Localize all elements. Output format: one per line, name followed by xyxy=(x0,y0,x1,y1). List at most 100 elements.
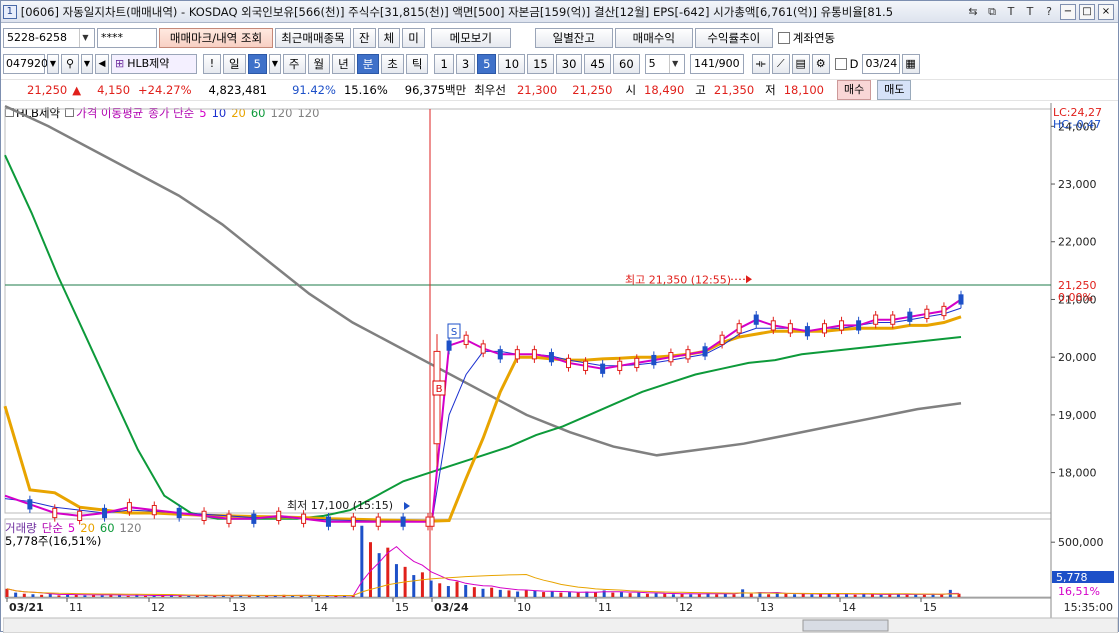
current-pct-axis-label: 0,00% xyxy=(1058,291,1093,304)
date-checkbox[interactable] xyxy=(834,58,847,70)
volume-bar xyxy=(732,594,736,597)
memo-button[interactable]: 메모보기 xyxy=(430,28,511,48)
volume-tick-label: 500,000 xyxy=(1058,536,1104,549)
minute-3[interactable]: 3 xyxy=(455,54,476,74)
draw-icon[interactable]: ⟋ xyxy=(771,54,790,74)
volume-bar xyxy=(542,592,546,597)
price-chart[interactable]: 24,00023,00022,00021,00020,00019,00018,0… xyxy=(3,103,1118,633)
volume-bar xyxy=(187,595,191,597)
unfilled-button[interactable]: 미 xyxy=(402,28,425,48)
minute-5[interactable]: 5 xyxy=(477,54,497,74)
volume-bar xyxy=(429,580,433,597)
chevron-down-icon[interactable]: ▼ xyxy=(268,54,281,74)
chevron-down-icon[interactable]: ▼ xyxy=(668,55,681,73)
maximize-button[interactable]: □ xyxy=(1079,3,1095,20)
sell-button[interactable]: 매도 xyxy=(877,80,912,100)
window-icon[interactable]: ⧉ xyxy=(984,4,1000,20)
time-tick-label: 12 xyxy=(679,601,693,614)
candle-body xyxy=(276,510,282,522)
stock-code-input[interactable]: 047920 xyxy=(3,54,48,74)
date-input[interactable]: 03/24 xyxy=(861,54,900,74)
bar-count-field[interactable]: 141/900 xyxy=(689,54,744,74)
minute-45[interactable]: 45 xyxy=(584,54,612,74)
pin-icon[interactable]: T xyxy=(1003,4,1019,20)
volume-current-label: 5,778 xyxy=(1056,571,1088,584)
title-bar: 1 [0606] 자동일지차트(매매내역) - KOSDAQ 외국인보유[566… xyxy=(1,1,1118,23)
time-tick-label: 12 xyxy=(151,601,165,614)
low-price: 18,100 xyxy=(783,83,824,97)
account-link-checkbox[interactable] xyxy=(777,32,790,44)
period-second[interactable]: 초 xyxy=(381,54,404,74)
bar-count-total: /900 xyxy=(714,57,740,70)
chart-window: 1 [0606] 자동일지차트(매매내역) - KOSDAQ 외국인보유[566… xyxy=(0,0,1119,633)
buy-marker: B xyxy=(436,384,443,395)
account-link-label: 계좌연동 xyxy=(792,31,836,45)
trade-profit-button[interactable]: 매매수익 xyxy=(614,28,693,48)
search-icon[interactable]: ⚲ xyxy=(61,54,79,74)
time-tick-label: 14 xyxy=(842,601,856,614)
minute-30[interactable]: 30 xyxy=(555,54,583,74)
scrollbar-thumb[interactable] xyxy=(802,619,889,632)
close-button[interactable]: × xyxy=(1098,3,1114,20)
candle-body xyxy=(634,357,640,369)
minute-60[interactable]: 60 xyxy=(613,54,640,74)
crosshair-icon[interactable]: ⟛ xyxy=(751,54,770,74)
buy-button[interactable]: 매수 xyxy=(836,80,872,100)
daily-balance-button[interactable]: 일별잔고 xyxy=(534,28,613,48)
balance-button[interactable]: 잔 xyxy=(353,28,376,48)
password-field[interactable]: **** xyxy=(97,28,157,48)
candle-body xyxy=(77,510,83,522)
period-minute[interactable]: 분 xyxy=(356,54,380,74)
tools-icon[interactable]: T xyxy=(1022,4,1038,20)
period-value[interactable]: 5 xyxy=(247,54,267,74)
low-annotation: 최저 17,100 (15:15) xyxy=(287,499,393,512)
link-icon[interactable]: ⇆ xyxy=(965,4,981,20)
volume-bar xyxy=(490,587,494,597)
candle-body xyxy=(958,294,964,305)
open-price: 18,490 xyxy=(644,83,685,97)
minimize-button[interactable]: − xyxy=(1060,3,1076,20)
kosdaq-icon: ⊞ xyxy=(115,57,125,70)
period-tick[interactable]: 틱 xyxy=(405,54,429,74)
ma5-line xyxy=(4,298,962,523)
volume-bar xyxy=(559,592,563,597)
gear-icon[interactable]: ⚙ xyxy=(811,54,830,74)
filled-button[interactable]: 체 xyxy=(377,28,401,48)
calendar-icon[interactable]: ▦ xyxy=(901,54,920,74)
period-week[interactable]: 주 xyxy=(282,54,306,74)
volume-bar xyxy=(775,593,779,597)
minute-select[interactable]: 5 ▼ xyxy=(644,54,685,74)
volume-bar xyxy=(922,594,926,597)
chevron-down-icon[interactable]: ▼ xyxy=(47,54,59,74)
prev-stock-icon[interactable]: ◀ xyxy=(95,54,109,74)
trades-query-button[interactable]: 매매마크/내역 조회 xyxy=(159,28,273,48)
minute-10[interactable]: 10 xyxy=(498,54,526,74)
minute-15[interactable]: 15 xyxy=(527,54,554,74)
save-icon[interactable]: ▤ xyxy=(791,54,810,74)
minute-1[interactable]: 1 xyxy=(434,54,454,74)
help-icon[interactable]: ? xyxy=(1041,4,1057,20)
candle-body xyxy=(429,516,435,527)
candle-body xyxy=(719,334,725,345)
chart-area[interactable]: HLB제약 가격 이동평균 종가 단순 5 10 20 60 120 120 거… xyxy=(3,103,1118,633)
volume-bar xyxy=(663,593,667,597)
scrollbar-track[interactable] xyxy=(3,617,1118,633)
recent-trades-button[interactable]: 최근매매종목 xyxy=(275,28,351,48)
price-tick-label: 22,000 xyxy=(1058,236,1097,249)
candle-body xyxy=(226,513,232,524)
volume-bar xyxy=(637,592,641,597)
candle-body xyxy=(583,360,589,371)
chevron-down-icon[interactable]: ▼ xyxy=(81,54,93,74)
open-candle-body xyxy=(433,350,441,445)
volume-bar xyxy=(126,595,130,597)
chevron-down-icon[interactable]: ▼ xyxy=(79,29,91,47)
candle-body xyxy=(27,499,33,510)
period-year[interactable]: 년 xyxy=(332,54,355,74)
candle-body xyxy=(350,516,356,527)
volume-bar xyxy=(819,594,823,597)
period-month[interactable]: 월 xyxy=(307,54,331,74)
return-trend-button[interactable]: 수익률추이 xyxy=(694,28,773,48)
period-day-button[interactable]: 일 xyxy=(223,54,246,74)
alert-icon[interactable]: ! xyxy=(203,54,221,74)
account-select[interactable]: 5228-6258 ▼ xyxy=(3,28,95,48)
